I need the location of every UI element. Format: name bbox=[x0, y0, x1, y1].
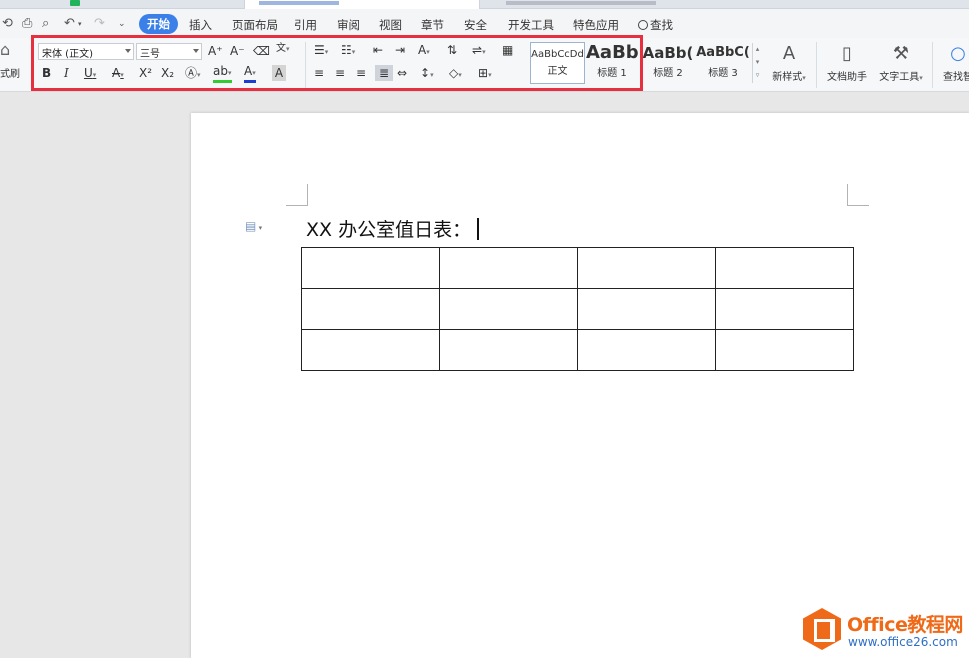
divider bbox=[816, 42, 817, 88]
table-cell[interactable] bbox=[439, 247, 578, 289]
watermark-brand: Office教程网 bbox=[847, 614, 963, 636]
menu-search-label: 查找 bbox=[650, 18, 673, 32]
doc-helper-button[interactable]: ▯ 文档助手 bbox=[823, 42, 871, 83]
tab-title-bar bbox=[506, 1, 656, 5]
table-row bbox=[301, 247, 854, 289]
find-replace-label: 查找替 bbox=[943, 72, 969, 83]
redo-icon[interactable]: ↷ bbox=[94, 16, 105, 31]
menu-tab-developer[interactable]: 开发工具 bbox=[508, 17, 554, 33]
text-tools-button[interactable]: ⚒ 文字工具▾ bbox=[874, 42, 928, 83]
menu-tab-references[interactable]: 引用 bbox=[294, 17, 317, 33]
menu-tab-special-apps[interactable]: 特色应用 bbox=[573, 17, 619, 33]
doc-helper-label: 文档助手 bbox=[827, 72, 867, 83]
table-cell[interactable] bbox=[577, 288, 716, 330]
style-heading-2[interactable]: AaBb( 标题 2 bbox=[641, 42, 695, 84]
format-painter-label[interactable]: 式刷 bbox=[0, 67, 20, 83]
office-logo-icon bbox=[803, 608, 841, 650]
new-style-label: 新样式 bbox=[772, 72, 803, 83]
expand-gallery-icon[interactable]: ▿ bbox=[753, 69, 762, 82]
menu-tab-security[interactable]: 安全 bbox=[464, 17, 487, 33]
table-row bbox=[301, 288, 854, 330]
chevron-down-icon[interactable]: ▾ bbox=[753, 56, 762, 69]
duty-table[interactable] bbox=[301, 247, 854, 371]
table-cell[interactable] bbox=[301, 247, 440, 289]
search-icon: ○ bbox=[950, 43, 966, 64]
style-sample: AaBbC( bbox=[696, 45, 750, 60]
tab-other-document[interactable] bbox=[486, 0, 702, 8]
style-name: 标题 2 bbox=[653, 68, 683, 79]
find-replace-button[interactable]: ○ 查找替 bbox=[938, 42, 969, 83]
highlight-annotation bbox=[31, 35, 643, 91]
document-title-text: XX 办公室值日表： bbox=[306, 219, 472, 241]
menu-tab-page-layout[interactable]: 页面布局 bbox=[232, 17, 278, 33]
table-cell[interactable] bbox=[715, 329, 854, 371]
table-cell[interactable] bbox=[301, 329, 440, 371]
table-cell[interactable] bbox=[439, 329, 578, 371]
menu-search[interactable]: 查找 bbox=[638, 17, 673, 33]
menu-tab-view[interactable]: 视图 bbox=[379, 17, 402, 33]
format-painter-icon[interactable]: ⌂ bbox=[0, 42, 10, 58]
menu-tab-insert[interactable]: 插入 bbox=[189, 17, 212, 33]
margin-corner-mark bbox=[286, 184, 308, 206]
wrench-icon: ⚒ bbox=[892, 43, 910, 64]
text-cursor bbox=[477, 218, 479, 240]
menu-tab-home[interactable]: 开始 bbox=[139, 14, 178, 34]
table-cell[interactable] bbox=[715, 247, 854, 289]
margin-corner-mark bbox=[847, 184, 869, 206]
chevron-up-icon[interactable]: ▴ bbox=[753, 43, 762, 56]
tab-spreadsheet[interactable] bbox=[62, 0, 232, 8]
customize-toolbar-icon[interactable]: ⌄ bbox=[118, 19, 126, 29]
menu-bar: ⟲ ⎙ ⌕ ↶ ▾ ↷ ⌄ 开始 插入 页面布局 引用 审阅 视图 章节 安全 … bbox=[0, 9, 969, 38]
style-name: 标题 3 bbox=[708, 68, 738, 79]
table-cell[interactable] bbox=[577, 329, 716, 371]
tab-title-bar bbox=[259, 1, 339, 5]
document-page[interactable]: ▤ ▾ XX 办公室值日表： bbox=[191, 113, 969, 658]
document-title-line[interactable]: XX 办公室值日表： bbox=[306, 215, 479, 242]
spreadsheet-icon bbox=[70, 0, 80, 6]
divider bbox=[932, 42, 933, 88]
undo-history-icon[interactable]: ⟲ bbox=[2, 16, 13, 31]
print-preview-icon[interactable]: ⌕ bbox=[42, 16, 49, 31]
window-tab-strip bbox=[0, 0, 969, 9]
text-tools-label: 文字工具 bbox=[879, 72, 920, 83]
paragraph-handle-icon[interactable]: ▤ ▾ bbox=[245, 219, 262, 233]
table-cell[interactable] bbox=[301, 288, 440, 330]
undo-dropdown-icon[interactable]: ▾ bbox=[78, 20, 82, 28]
table-cell[interactable] bbox=[715, 288, 854, 330]
watermark: Office教程网 www.office26.com bbox=[801, 606, 969, 654]
table-row bbox=[301, 329, 854, 371]
style-gallery-scroll[interactable]: ▴ ▾ ▿ bbox=[752, 43, 762, 83]
doc-helper-icon: ▯ bbox=[842, 43, 852, 64]
tab-current-document[interactable] bbox=[244, 0, 480, 9]
tab-home[interactable] bbox=[0, 0, 50, 8]
menu-tab-review[interactable]: 审阅 bbox=[337, 17, 360, 33]
style-heading-3[interactable]: AaBbC( 标题 3 bbox=[696, 42, 750, 84]
undo-icon[interactable]: ↶ bbox=[64, 16, 75, 31]
new-style-button[interactable]: A 新样式▾ bbox=[767, 42, 811, 83]
style-sample: AaBb( bbox=[642, 44, 694, 62]
watermark-url: www.office26.com bbox=[848, 635, 958, 649]
new-style-icon: A bbox=[782, 43, 796, 64]
table-cell[interactable] bbox=[577, 247, 716, 289]
table-cell[interactable] bbox=[439, 288, 578, 330]
search-icon bbox=[638, 20, 648, 30]
print-icon[interactable]: ⎙ bbox=[22, 16, 32, 31]
menu-tab-chapter[interactable]: 章节 bbox=[421, 17, 444, 33]
